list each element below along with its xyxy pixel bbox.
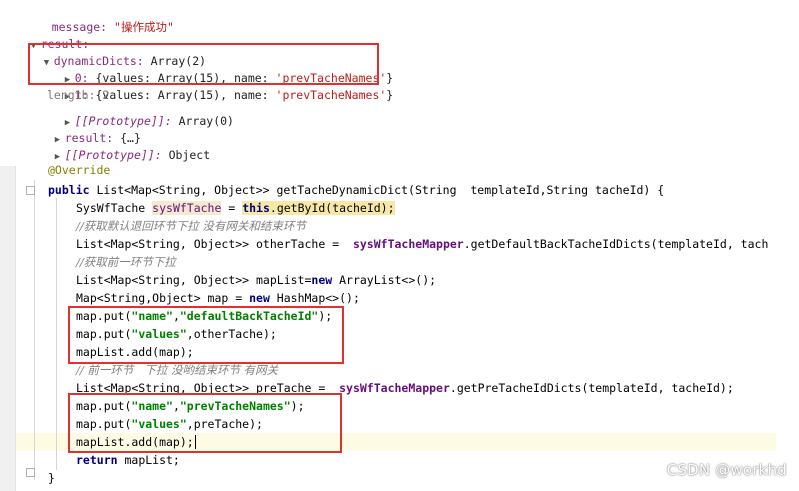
code-comment: //获取默认退回环节下拉 没有网关和结束环节 xyxy=(76,219,306,233)
code-line-return: return mapList; xyxy=(76,453,180,467)
devtools-console: message: "操作成功" ▼ result: ▼ dynamicDicts: … xyxy=(0,0,799,162)
watermark: CSDN @workhd xyxy=(666,461,787,479)
fold-marker-icon[interactable] xyxy=(26,468,35,477)
highlight-box-code-2 xyxy=(68,393,342,453)
console-result-line[interactable]: ▼ result: xyxy=(3,19,89,51)
code-editor[interactable]: @Override public List<Map<String, Object… xyxy=(0,163,799,491)
console-prototype-line[interactable]: ▶ [[Prototype]]: Array(0) xyxy=(37,96,234,128)
fold-marker-icon[interactable] xyxy=(26,186,35,195)
code-comment: //获取前一环节下拉 xyxy=(76,255,176,269)
code-line-syswftache: SysWfTache sysWfTache = this.getById(tac… xyxy=(76,201,395,215)
code-line-maplist: List<Map<String, Object>> mapList=new Ar… xyxy=(76,273,437,287)
code-line-method-signature: public List<Map<String, Object>> getTach… xyxy=(48,183,665,197)
console-result2-line[interactable]: ▶ result: {…} xyxy=(27,113,141,145)
editor-gutter xyxy=(0,166,16,491)
code-line-othertache: List<Map<String, Object>> otherTache = s… xyxy=(76,237,769,251)
indent-guide xyxy=(34,180,35,480)
code-line-map: Map<String,Object> map = new HashMap<>()… xyxy=(76,291,360,305)
console-message-line: message: "操作成功" xyxy=(51,20,174,34)
code-line-annotation: @Override xyxy=(48,163,111,177)
highlight-box-console xyxy=(28,43,379,85)
highlight-box-code-1 xyxy=(68,306,344,364)
indent-guide xyxy=(56,198,57,470)
code-line-close-brace: } xyxy=(48,471,55,485)
console-prototype2-line[interactable]: ▶ [[Prototype]]: Object xyxy=(27,130,210,162)
